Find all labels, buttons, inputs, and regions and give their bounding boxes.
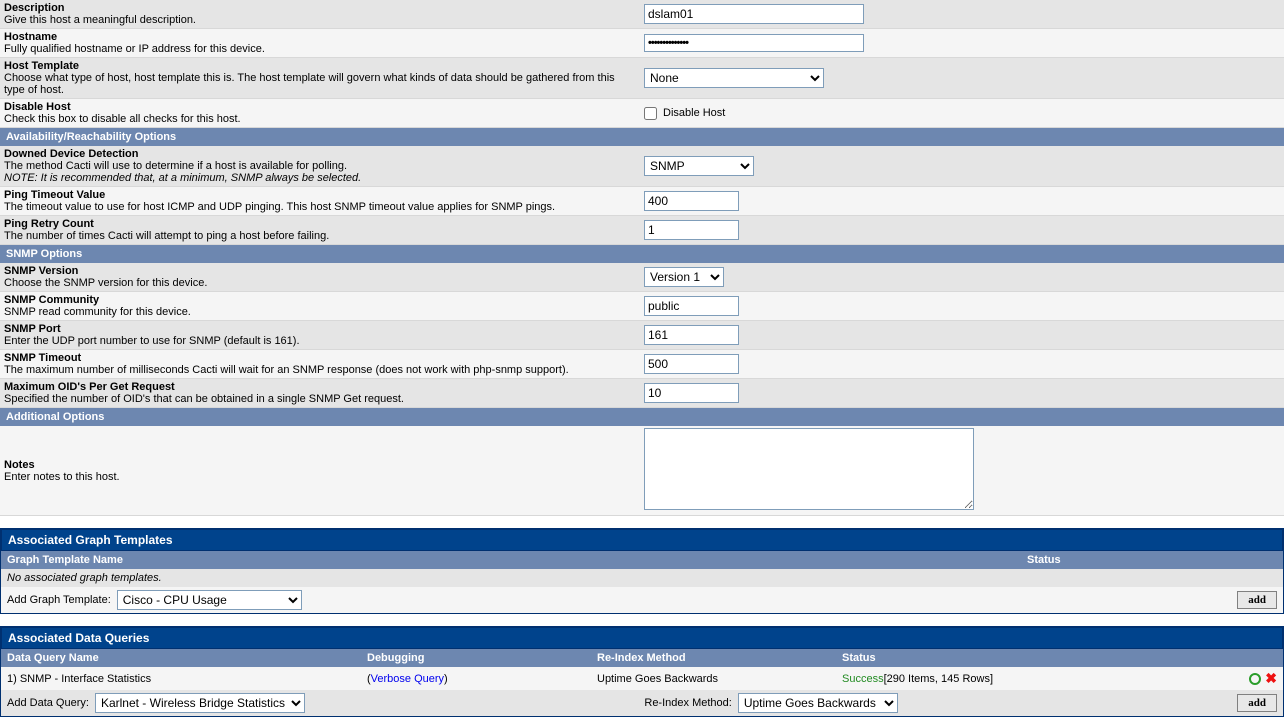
- ping-timeout-title: Ping Timeout Value: [4, 189, 634, 201]
- snmp-timeout-desc: The maximum number of milliseconds Cacti…: [4, 364, 634, 376]
- row-description: Description Give this host a meaningful …: [0, 0, 1284, 29]
- adq-col-reindex: Re-Index Method: [597, 652, 842, 664]
- agt-col-name: Graph Template Name: [7, 554, 1027, 566]
- snmp-community-input[interactable]: [644, 296, 739, 316]
- adq-header: Associated Data Queries: [1, 627, 1283, 649]
- adq-footer: Add Data Query: Karlnet - Wireless Bridg…: [1, 690, 1283, 716]
- description-title: Description: [4, 2, 634, 14]
- associated-graph-templates-box: Associated Graph Templates Graph Templat…: [0, 528, 1284, 614]
- adq-add-label: Add Data Query:: [7, 697, 89, 709]
- reload-icon[interactable]: [1249, 673, 1261, 685]
- adq-col-debug: Debugging: [367, 652, 597, 664]
- agt-add-button[interactable]: add: [1237, 591, 1277, 609]
- adq-add-button[interactable]: add: [1237, 694, 1277, 712]
- row-host-template: Host Template Choose what type of host, …: [0, 58, 1284, 99]
- row-max-oids: Maximum OID's Per Get Request Specified …: [0, 379, 1284, 408]
- row-ping-timeout: Ping Timeout Value The timeout value to …: [0, 187, 1284, 216]
- row-hostname: Hostname Fully qualified hostname or IP …: [0, 29, 1284, 58]
- host-template-select[interactable]: None: [644, 68, 824, 88]
- adq-col-status: Status: [842, 652, 1277, 664]
- row-ping-retry: Ping Retry Count The number of times Cac…: [0, 216, 1284, 245]
- agt-select[interactable]: Cisco - CPU Usage: [117, 590, 302, 610]
- row-notes: Notes Enter notes to this host.: [0, 426, 1284, 516]
- hostname-desc: Fully qualified hostname or IP address f…: [4, 43, 634, 55]
- downed-detection-desc: The method Cacti will use to determine i…: [4, 160, 634, 172]
- description-desc: Give this host a meaningful description.: [4, 14, 634, 26]
- adq-row: 1) SNMP - Interface Statistics (Verbose …: [1, 667, 1283, 690]
- row-snmp-community: SNMP Community SNMP read community for t…: [0, 292, 1284, 321]
- agt-header: Associated Graph Templates: [1, 529, 1283, 551]
- adq-sub-header: Data Query Name Debugging Re-Index Metho…: [1, 649, 1283, 667]
- adq-reindex-select[interactable]: Uptime Goes Backwards: [738, 693, 898, 713]
- snmp-community-title: SNMP Community: [4, 294, 634, 306]
- agt-empty: No associated graph templates.: [1, 569, 1283, 587]
- snmp-port-title: SNMP Port: [4, 323, 634, 335]
- adq-row-status-word: Success: [842, 673, 884, 685]
- remove-icon[interactable]: ✖: [1265, 670, 1277, 687]
- snmp-timeout-input[interactable]: [644, 354, 739, 374]
- agt-sub-header: Graph Template Name Status: [1, 551, 1283, 569]
- downed-detection-note: NOTE: It is recommended that, at a minim…: [4, 172, 634, 184]
- max-oids-title: Maximum OID's Per Get Request: [4, 381, 634, 393]
- ping-retry-desc: The number of times Cacti will attempt t…: [4, 230, 634, 242]
- max-oids-input[interactable]: [644, 383, 739, 403]
- associated-data-queries-box: Associated Data Queries Data Query Name …: [0, 626, 1284, 717]
- disable-host-checkbox[interactable]: [644, 107, 657, 120]
- ping-retry-input[interactable]: [644, 220, 739, 240]
- agt-add-label: Add Graph Template:: [7, 594, 111, 606]
- hostname-input[interactable]: ••••••••••••••: [648, 37, 688, 49]
- row-disable-host: Disable Host Check this box to disable a…: [0, 99, 1284, 128]
- snmp-version-select[interactable]: Version 1: [644, 267, 724, 287]
- ping-timeout-input[interactable]: [644, 191, 739, 211]
- adq-row-status-detail: [290 Items, 145 Rows]: [884, 673, 993, 685]
- snmp-version-desc: Choose the SNMP version for this device.: [4, 277, 634, 289]
- row-snmp-port: SNMP Port Enter the UDP port number to u…: [0, 321, 1284, 350]
- notes-textarea[interactable]: [644, 428, 974, 510]
- adq-col-name: Data Query Name: [7, 652, 367, 664]
- snmp-port-desc: Enter the UDP port number to use for SNM…: [4, 335, 634, 347]
- snmp-community-desc: SNMP read community for this device.: [4, 306, 634, 318]
- row-downed-detection: Downed Device Detection The method Cacti…: [0, 146, 1284, 187]
- agt-col-status: Status: [1027, 554, 1061, 566]
- max-oids-desc: Specified the number of OID's that can b…: [4, 393, 634, 405]
- hostname-title: Hostname: [4, 31, 634, 43]
- adq-verbose-query-link[interactable]: Verbose Query: [371, 673, 444, 685]
- adq-select[interactable]: Karlnet - Wireless Bridge Statistics: [95, 693, 305, 713]
- host-template-desc: Choose what type of host, host template …: [4, 72, 634, 96]
- adq-row-name: SNMP - Interface Statistics: [20, 673, 151, 685]
- ping-timeout-desc: The timeout value to use for host ICMP a…: [4, 201, 634, 213]
- disable-host-title: Disable Host: [4, 101, 634, 113]
- agt-footer: Add Graph Template: Cisco - CPU Usage ad…: [1, 587, 1283, 613]
- notes-title: Notes: [4, 459, 634, 471]
- snmp-version-title: SNMP Version: [4, 265, 634, 277]
- additional-options-header: Additional Options: [0, 408, 1284, 426]
- row-snmp-version: SNMP Version Choose the SNMP version for…: [0, 263, 1284, 292]
- disable-host-desc: Check this box to disable all checks for…: [4, 113, 634, 125]
- availability-header: Availability/Reachability Options: [0, 128, 1284, 146]
- snmp-port-input[interactable]: [644, 325, 739, 345]
- notes-desc: Enter notes to this host.: [4, 471, 634, 483]
- downed-detection-title: Downed Device Detection: [4, 148, 634, 160]
- disable-host-label: Disable Host: [663, 107, 725, 119]
- adq-reindex-label: Re-Index Method:: [644, 697, 731, 709]
- snmp-timeout-title: SNMP Timeout: [4, 352, 634, 364]
- host-template-title: Host Template: [4, 60, 634, 72]
- row-snmp-timeout: SNMP Timeout The maximum number of milli…: [0, 350, 1284, 379]
- ping-retry-title: Ping Retry Count: [4, 218, 634, 230]
- snmp-options-header: SNMP Options: [0, 245, 1284, 263]
- adq-row-reindex: Uptime Goes Backwards: [597, 673, 842, 685]
- description-input[interactable]: [644, 4, 864, 24]
- downed-detection-select[interactable]: SNMP: [644, 156, 754, 176]
- adq-row-num: 1): [7, 673, 17, 685]
